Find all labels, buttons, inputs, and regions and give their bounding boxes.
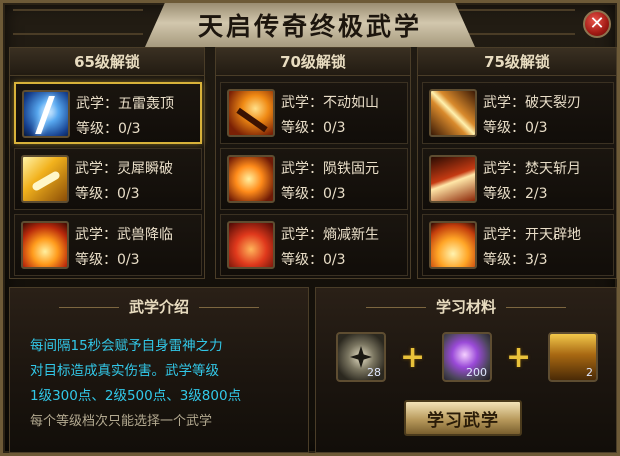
plus-icon: + [400, 340, 426, 375]
skill-description-panel: 武学介绍 每间隔15秒会赋予自身雷神之力 对目标造成真实伤害。武学等级 1级30… [9, 287, 309, 453]
material-quantity: 28 [367, 366, 381, 379]
purple-ore-icon[interactable]: 200 [442, 332, 492, 382]
description-line: 1级300点、2级500点、3级800点 [30, 388, 242, 404]
title-banner: 天启传奇终极武学 [145, 3, 475, 47]
skill-level: 等级：0/3 [75, 186, 140, 202]
lightning-icon [22, 90, 70, 138]
description-header: 武学介绍 [10, 296, 308, 317]
skill-name: 武学：灵犀瞬破 [75, 161, 173, 177]
golden-strike-icon [21, 155, 69, 203]
skill-slot[interactable]: 武学：破天裂刃 等级：0/3 [422, 82, 614, 144]
description-line: 每间隔15秒会赋予自身雷神之力 [30, 338, 223, 354]
skill-slot[interactable]: 武学：五雷轰顶 等级：0/3 [14, 82, 202, 144]
splitting-blade-icon [429, 89, 477, 137]
skill-name: 武学：开天辟地 [483, 227, 581, 243]
skill-level: 等级：0/3 [281, 120, 346, 136]
selection-note: 每个等级档次只能选择一个武学 [30, 414, 213, 429]
skill-level: 等级：0/3 [75, 252, 140, 268]
column-level-70: 70级解锁 武学：不动如山 等级：0/3 武学：陨铁固元 等级：0/3 武学：熵… [215, 47, 411, 279]
plus-icon: + [506, 340, 532, 375]
column-header: 70级解锁 [216, 48, 410, 76]
skill-name: 武学：破天裂刃 [483, 95, 581, 111]
fire-beast-icon [21, 221, 69, 269]
treasure-chest-icon[interactable]: 2 [548, 332, 598, 382]
skill-slot[interactable]: 武学：不动如山 等级：0/3 [220, 82, 408, 144]
window-title: 天启传奇终极武学 [197, 12, 422, 41]
moon-slash-icon [429, 155, 477, 203]
crimson-rebirth-icon [227, 221, 275, 269]
skill-name: 武学：陨铁固元 [281, 161, 379, 177]
materials-panel: 学习材料 28 + 200 + 2 学习武学 [315, 287, 617, 453]
skill-level: 等级：0/3 [483, 120, 548, 136]
skill-slot[interactable]: 武学：灵犀瞬破 等级：0/3 [14, 148, 202, 210]
skill-slot[interactable]: 武学：开天辟地 等级：3/3 [422, 214, 614, 276]
title-ornament-left [13, 9, 143, 35]
skill-name: 武学：五雷轰顶 [76, 96, 174, 112]
materials-header: 学习材料 [316, 296, 616, 317]
skill-slot[interactable]: 武学：武兽降临 等级：0/3 [14, 214, 202, 276]
meteor-iron-icon [227, 155, 275, 203]
column-level-75: 75级解锁 武学：破天裂刃 等级：0/3 武学：焚天斩月 等级：2/3 武学：开… [417, 47, 617, 279]
skill-name: 武学：焚天斩月 [483, 161, 581, 177]
learn-skill-button[interactable]: 学习武学 [404, 400, 522, 436]
skill-name: 武学：不动如山 [281, 95, 379, 111]
column-header: 65级解锁 [10, 48, 204, 76]
description-line: 对目标造成真实伤害。武学等级 [30, 363, 219, 379]
skill-slot[interactable]: 武学：焚天斩月 等级：2/3 [422, 148, 614, 210]
close-button[interactable]: ✕ [583, 10, 611, 38]
skill-level: 等级：0/3 [281, 186, 346, 202]
skill-name: 武学：熵减新生 [281, 227, 379, 243]
ember-stance-icon [227, 89, 275, 137]
skill-level: 等级：3/3 [483, 252, 548, 268]
shuriken-icon[interactable]: 28 [336, 332, 386, 382]
skill-slot[interactable]: 武学：陨铁固元 等级：0/3 [220, 148, 408, 210]
column-header: 75级解锁 [418, 48, 616, 76]
material-quantity: 2 [586, 366, 593, 379]
material-quantity: 200 [466, 366, 487, 379]
heaven-flame-icon [429, 221, 477, 269]
skill-level: 等级：0/3 [281, 252, 346, 268]
skill-slot[interactable]: 武学：熵减新生 等级：0/3 [220, 214, 408, 276]
martial-arts-window: 天启传奇终极武学 ✕ 65级解锁 武学：五雷轰顶 等级：0/3 武学：灵犀瞬破 … [0, 0, 620, 456]
skill-level: 等级：2/3 [483, 186, 548, 202]
skill-level: 等级：0/3 [76, 121, 141, 137]
column-level-65: 65级解锁 武学：五雷轰顶 等级：0/3 武学：灵犀瞬破 等级：0/3 武学：武… [9, 47, 205, 279]
skill-name: 武学：武兽降临 [75, 227, 173, 243]
